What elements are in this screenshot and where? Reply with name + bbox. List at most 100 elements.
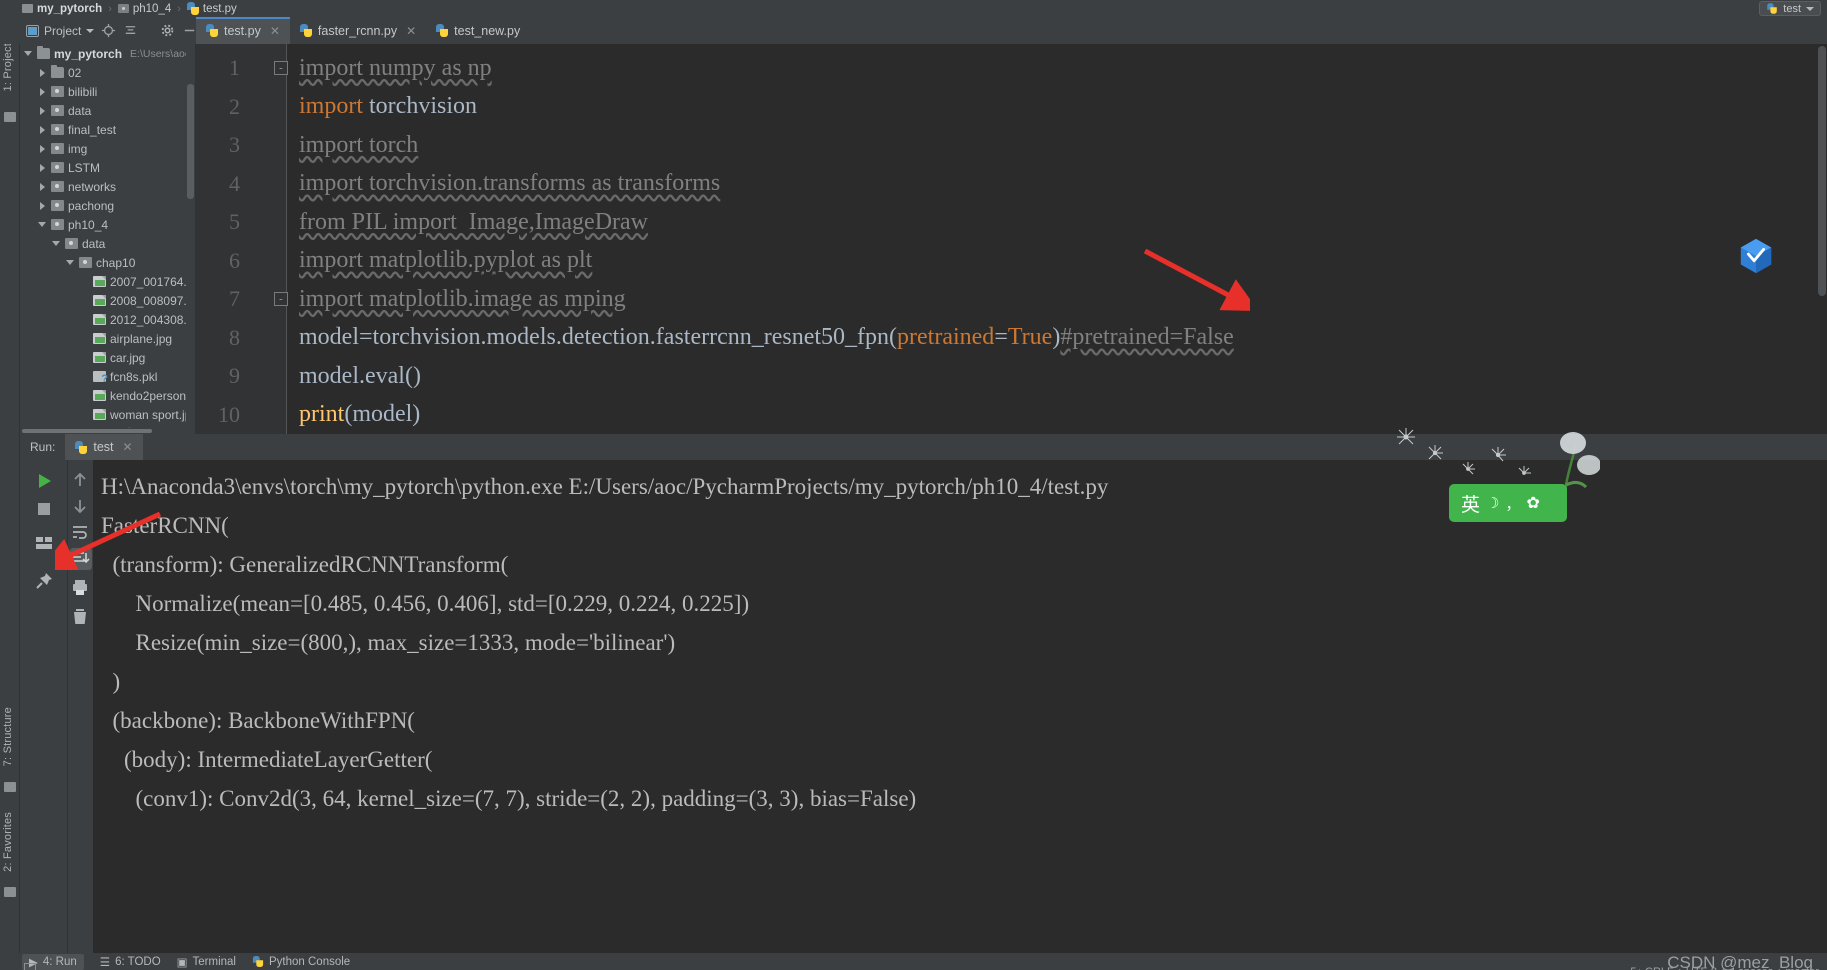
tree-item-chap10[interactable]: chap10 — [20, 253, 195, 272]
close-icon[interactable]: ✕ — [406, 24, 416, 38]
tree-twisty-icon[interactable] — [38, 144, 47, 153]
terminal-icon: ▣ — [176, 956, 188, 969]
code-line[interactable]: 4 import torchvision.transforms as transf… — [196, 165, 1827, 204]
sidebar-button-favorites[interactable]: 2: Favorites — [2, 812, 14, 872]
code-editor[interactable]: 1- import numpy as np 2 import torchvision 3… — [196, 44, 1827, 434]
breadcrumb-item-ph10_4[interactable]: ph10_4 — [117, 3, 171, 15]
scroll-to-end-icon[interactable] — [70, 548, 92, 570]
tree-item-lstm[interactable]: LSTM — [20, 158, 195, 177]
editor-tab-faster-rcnn-py[interactable]: faster_rcnn.py ✕ — [289, 17, 427, 44]
up-arrow-icon[interactable] — [70, 470, 92, 492]
tree-twisty-icon[interactable] — [24, 49, 33, 58]
gear-icon[interactable] — [160, 23, 175, 38]
tree-item-label: ph10_4 — [68, 217, 109, 232]
code-fold-toggle-icon[interactable]: - — [274, 61, 288, 76]
print-icon[interactable] — [70, 577, 92, 599]
console-line: FasterRCNN( — [101, 513, 229, 538]
code-line[interactable]: 5 from PIL import Image,ImageDraw — [196, 203, 1827, 242]
tree-item-ph10_4[interactable]: ph10_4 — [20, 215, 195, 234]
status-bar-item-python-console[interactable]: Python Console — [252, 955, 350, 968]
tree-item-2012_004308-jpg[interactable]: 2012_004308.jpg — [20, 310, 195, 329]
project-strip-icon — [4, 112, 16, 122]
tree-item-data[interactable]: data — [20, 234, 195, 253]
pin-icon[interactable] — [33, 570, 55, 592]
todo-icon: ☰ — [99, 956, 111, 969]
status-bar-label: Terminal — [192, 955, 236, 968]
tree-twisty-icon[interactable] — [52, 239, 61, 248]
sidebar-button-project[interactable]: 1: Project — [2, 43, 14, 91]
run-tab-test[interactable]: test ✕ — [65, 434, 143, 460]
run-icon[interactable] — [33, 470, 55, 492]
hide-toolwindows-icon[interactable] — [24, 963, 36, 970]
tree-item-img[interactable]: img — [20, 139, 195, 158]
run-configuration-selector[interactable]: test — [1759, 1, 1821, 16]
tree-item-my_pytorch[interactable]: my_pytorchE:\Users\aoc\Pyc — [20, 44, 195, 63]
locate-icon[interactable] — [101, 23, 116, 38]
tree-twisty-icon[interactable] — [38, 220, 47, 229]
editor-vertical-scrollbar[interactable] — [1817, 44, 1827, 434]
tree-vertical-scrollbar[interactable] — [186, 44, 195, 434]
code-line[interactable]: 8 model=torchvision.models.detection.fast… — [196, 319, 1827, 358]
breadcrumb-item-my_pytorch[interactable]: my_pytorch — [22, 3, 102, 15]
breadcrumb-item-test-py[interactable]: test.py — [186, 2, 237, 15]
tree-item-airplane-jpg[interactable]: airplane.jpg — [20, 329, 195, 348]
tree-twisty-icon[interactable] — [38, 182, 47, 191]
tree-item-kendo2person-jpg[interactable]: kendo2person.jpg — [20, 386, 195, 405]
tree-twisty-icon[interactable] — [66, 258, 75, 267]
down-arrow-icon[interactable] — [70, 496, 92, 518]
editor-tab-test-new-py[interactable]: test_new.py — [426, 17, 531, 44]
tree-twisty-icon[interactable] — [38, 125, 47, 134]
tree-item-networks[interactable]: networks — [20, 177, 195, 196]
soft-wrap-icon[interactable] — [70, 522, 92, 544]
tree-item-label: 2008_008097.jpg — [110, 293, 195, 308]
code-token: torchvision — [363, 93, 477, 120]
tree-twisty-icon[interactable] — [38, 106, 47, 115]
collapse-all-icon[interactable] — [123, 23, 138, 38]
tree-item-fcn8s-pkl[interactable]: fcn8s.pkl — [20, 367, 195, 386]
close-icon[interactable]: ✕ — [123, 440, 133, 454]
tree-item-final_test[interactable]: final_test — [20, 120, 195, 139]
tree-item-02[interactable]: 02 — [20, 63, 195, 82]
favorites-strip-icon — [4, 887, 16, 897]
status-bar-item-todo[interactable]: ☰ 6: TODO — [100, 955, 161, 969]
tree-twisty-icon[interactable] — [38, 87, 47, 96]
console-line: H:\Anaconda3\envs\torch\my_pytorch\pytho… — [101, 474, 1109, 499]
tree-twisty-icon[interactable] — [38, 68, 47, 77]
code-line[interactable]: 1 - import numpy as np — [196, 49, 1827, 88]
tree-item-car-jpg[interactable]: car.jpg — [20, 348, 195, 367]
code-line[interactable]: 2 import torchvision — [196, 88, 1827, 127]
image-file-icon — [93, 314, 106, 325]
layout-icon[interactable] — [33, 532, 55, 554]
tree-item-2008_008097-jpg[interactable]: 2008_008097.jpg — [20, 291, 195, 310]
tree-scrollbar-thumb[interactable] — [187, 84, 194, 199]
tree-item-bilibili[interactable]: bilibili — [20, 82, 195, 101]
project-tree[interactable]: my_pytorchE:\Users\aoc\Pyc 02 bilibili data… — [20, 44, 195, 434]
status-bar-item-terminal[interactable]: ▣ Terminal — [177, 955, 236, 969]
tree-twisty-icon[interactable] — [38, 163, 47, 172]
tree-hscrollbar-thumb[interactable] — [22, 429, 152, 433]
tree-twisty-icon[interactable] — [38, 201, 47, 210]
code-fold-toggle-icon[interactable]: - — [274, 292, 288, 307]
ime-indicator[interactable]: 英 ☽ ， ✿ — [1449, 484, 1567, 522]
code-line[interactable]: 3 import torch — [196, 126, 1827, 165]
editor-tab-test-py[interactable]: test.py ✕ — [196, 17, 290, 44]
tree-item-woman-sport-jpg[interactable]: woman sport.jpg — [20, 405, 195, 424]
run-console-output[interactable]: H:\Anaconda3\envs\torch\my_pytorch\pytho… — [93, 460, 1827, 953]
line-number: 3 — [229, 132, 240, 158]
code-line[interactable]: 7 - import matplotlib.image as mping — [196, 280, 1827, 319]
run-label: Run: — [30, 440, 56, 454]
tree-item-label: LSTM — [68, 160, 101, 175]
trash-icon[interactable] — [70, 606, 92, 628]
tree-item-data[interactable]: data — [20, 101, 195, 120]
code-line[interactable]: 6 import matplotlib.pyplot as plt — [196, 242, 1827, 281]
code-line[interactable]: 9 model.eval() — [196, 357, 1827, 396]
project-title[interactable]: Project — [26, 24, 95, 38]
stop-icon[interactable] — [33, 498, 55, 520]
module-folder-icon — [51, 162, 64, 173]
close-icon[interactable]: ✕ — [270, 24, 280, 38]
editor-scrollbar-thumb[interactable] — [1818, 46, 1826, 296]
tree-item-2007_001764-jpg[interactable]: 2007_001764.jpg — [20, 272, 195, 291]
run-tab-label: test — [93, 440, 114, 454]
sidebar-button-structure[interactable]: 7: Structure — [2, 707, 14, 766]
tree-item-pachong[interactable]: pachong — [20, 196, 195, 215]
